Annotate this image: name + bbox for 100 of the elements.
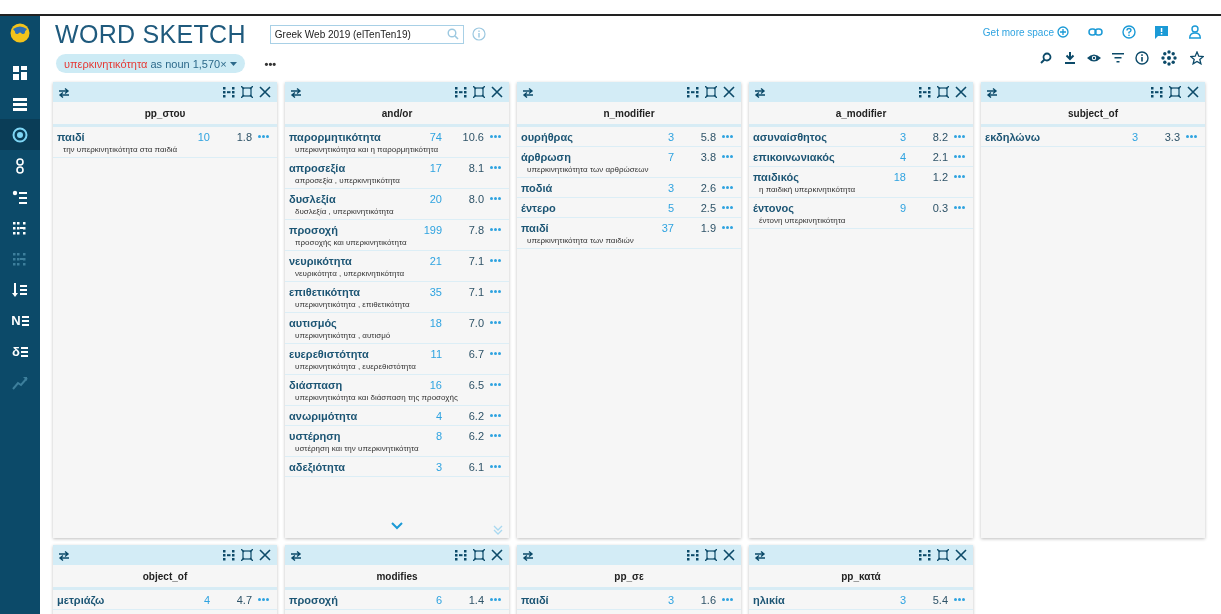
chevron-down-icon[interactable] [391, 522, 403, 530]
swap-arrows-icon[interactable] [58, 86, 70, 98]
dotted-grid-icon[interactable] [223, 549, 235, 561]
swap-arrows-icon[interactable] [754, 86, 766, 98]
example-sentence[interactable]: υπερκινητικότητα , αυτισμό [295, 331, 501, 340]
collocate-link[interactable]: ανωριμότητα [289, 409, 412, 422]
example-sentence[interactable]: απροσεξία , υπερκινητικότητα [295, 176, 501, 185]
example-sentence[interactable]: την υπερκινητικότητα στα παιδιά [63, 145, 269, 154]
more-icon[interactable] [490, 598, 501, 601]
more-icon[interactable] [954, 155, 965, 158]
bullet-list-icon[interactable] [12, 188, 28, 205]
close-icon[interactable] [955, 86, 967, 98]
collocate-link[interactable]: δυσλεξία [289, 192, 412, 205]
collocate-link[interactable]: έντονος [753, 201, 876, 214]
close-icon[interactable] [955, 549, 967, 561]
download-icon[interactable] [1065, 52, 1075, 64]
dotted-grid-icon[interactable] [687, 86, 699, 98]
close-icon[interactable] [259, 549, 271, 561]
more-icon[interactable] [490, 166, 501, 169]
expand-frame-icon[interactable] [241, 549, 253, 561]
collocate-link[interactable]: παιδί [521, 593, 644, 606]
collocate-link[interactable]: υστέρηση [289, 429, 412, 442]
more-icon[interactable] [954, 135, 965, 138]
swap-arrows-icon[interactable] [58, 549, 70, 561]
dotted-grid-icon[interactable] [919, 86, 931, 98]
more-icon[interactable] [490, 135, 501, 138]
swap-arrows-icon[interactable] [522, 86, 534, 98]
collocate-link[interactable]: έντερο [521, 201, 644, 214]
swap-arrows-icon[interactable] [290, 86, 302, 98]
expand-frame-icon[interactable] [705, 549, 717, 561]
collocate-link[interactable]: εκδηλώνω [985, 130, 1108, 143]
collocate-link[interactable]: παιδικός [753, 170, 876, 183]
close-icon[interactable] [723, 86, 735, 98]
collocate-link[interactable]: αυτισμός [289, 316, 412, 329]
expand-frame-icon[interactable] [473, 86, 485, 98]
example-sentence[interactable]: δυσλεξία , υπερκινητικότητα [295, 207, 501, 216]
more-icon[interactable] [258, 598, 269, 601]
swap-arrows-icon[interactable] [522, 549, 534, 561]
more-icon[interactable] [490, 434, 501, 437]
zoom-search-icon[interactable] [1040, 52, 1052, 64]
more-menu[interactable]: ••• [264, 57, 277, 70]
target-icon[interactable] [12, 126, 28, 143]
expand-frame-icon[interactable] [937, 86, 949, 98]
more-icon[interactable] [722, 206, 733, 209]
example-sentence[interactable]: υπερκινητικότητα και διάσπαση της προσοχής [295, 393, 501, 402]
dotted-grid-icon[interactable] [687, 549, 699, 561]
dotted-grid-icon[interactable] [12, 219, 28, 236]
dotted-grid-icon[interactable] [223, 86, 235, 98]
close-icon[interactable] [491, 549, 503, 561]
dotted-grid-icon[interactable] [1151, 86, 1163, 98]
close-icon[interactable] [1187, 86, 1199, 98]
collocate-link[interactable]: ευερεθιστότητα [289, 347, 412, 360]
query-chip[interactable]: υπερκινητικότητα as noun 1,570× [56, 54, 245, 73]
sort-list-icon[interactable] [12, 281, 28, 298]
example-sentence[interactable]: υπερκινητικότητα , ευερεθιστότητα [295, 362, 501, 371]
help-icon[interactable] [1121, 25, 1136, 39]
more-icon[interactable] [722, 135, 733, 138]
collocate-link[interactable]: προσοχή [289, 223, 412, 236]
more-icon[interactable] [490, 259, 501, 262]
corpus-field[interactable]: Greek Web 2019 (elTenTen19) [269, 24, 464, 44]
dotted-grid-icon[interactable] [455, 549, 467, 561]
collocate-link[interactable]: ποδιά [521, 181, 644, 194]
example-sentence[interactable]: υπερκινητικότητα των αρθρώσεων [527, 165, 733, 174]
more-icon[interactable] [722, 186, 733, 189]
filter-icon[interactable] [1112, 52, 1124, 64]
collocate-link[interactable]: παιδί [521, 221, 644, 234]
more-icon[interactable] [490, 414, 501, 417]
more-icon[interactable] [258, 135, 269, 138]
collocate-link[interactable]: ασυναίσθητος [753, 130, 876, 143]
collocate-link[interactable]: ουρήθρας [521, 130, 644, 143]
info-icon[interactable] [1135, 51, 1149, 65]
more-icon[interactable] [490, 321, 501, 324]
collocate-link[interactable]: άρθρωση [521, 150, 644, 163]
dotted-grid-icon[interactable] [919, 549, 931, 561]
example-sentence[interactable]: έντονη υπερκινητικότητα [759, 216, 965, 225]
collocate-link[interactable]: νευρικότητα [289, 254, 412, 267]
collocate-link[interactable]: αδεξιότητα [289, 460, 412, 473]
more-icon[interactable] [490, 228, 501, 231]
close-icon[interactable] [723, 549, 735, 561]
close-icon[interactable] [491, 86, 503, 98]
user-icon[interactable] [1188, 25, 1201, 39]
more-icon[interactable] [490, 352, 501, 355]
grid-icon[interactable] [12, 64, 28, 81]
example-sentence[interactable]: νευρικότητα , υπερκινητικότητα [295, 269, 501, 278]
feedback-icon[interactable] [1155, 25, 1168, 39]
list-icon[interactable] [12, 95, 28, 112]
collocate-link[interactable]: μετριάζω [57, 593, 180, 606]
expand-frame-icon[interactable] [241, 86, 253, 98]
more-icon[interactable] [1186, 135, 1197, 138]
more-icon[interactable] [722, 226, 733, 229]
collocate-link[interactable]: απροσεξία [289, 161, 412, 174]
collocate-link[interactable]: επιθετικότητα [289, 285, 412, 298]
close-icon[interactable] [259, 86, 271, 98]
collocate-link[interactable]: παιδί [57, 130, 180, 143]
collocate-link[interactable]: επικοινωνιακός [753, 150, 876, 163]
expand-frame-icon[interactable] [937, 549, 949, 561]
example-sentence[interactable]: υπερκινητικότητα , επιθετικότητα [295, 300, 501, 309]
dotted-grid-icon[interactable] [455, 86, 467, 98]
example-sentence[interactable]: υπερκινητικότητα και η παρορμητικότητα [295, 145, 501, 154]
more-icon[interactable] [722, 598, 733, 601]
